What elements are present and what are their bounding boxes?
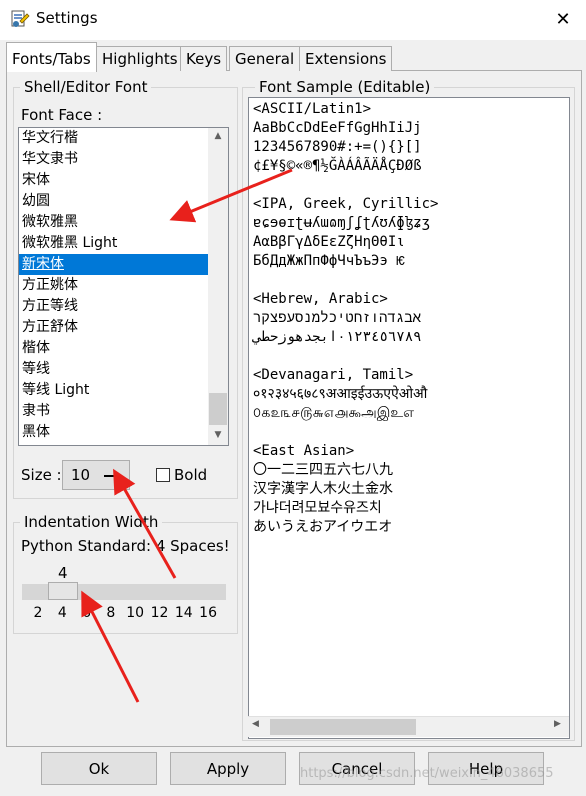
close-icon: ✕ bbox=[555, 9, 571, 30]
font-list-item[interactable]: 华文行楷 bbox=[19, 128, 208, 149]
font-sample-textbox[interactable]: <ASCII/Latin1> AaBbCcDdEeFfGgHhIiJj 123456… bbox=[248, 97, 570, 739]
font-list-item[interactable]: 宋体 bbox=[19, 170, 208, 191]
sample-line: ΑαΒβΓγΔδΕεΖζΗηΘθΙι bbox=[253, 234, 405, 250]
sample-line bbox=[253, 176, 438, 195]
sample-line: <IPA, Greek, Cyrillic> bbox=[253, 196, 439, 212]
sample-line: ¢£¥§©«®¶½ĞÀÁÂÃÄÅÇÐØß bbox=[253, 158, 422, 174]
sample-line: 가냐더려모뵤수유즈치 bbox=[253, 500, 382, 516]
sample-horizontal-scrollbar[interactable]: ◀ ▶ bbox=[248, 716, 569, 737]
tab-keys[interactable]: Keys bbox=[180, 46, 228, 71]
font-list-item[interactable]: 方正姚体 bbox=[19, 275, 208, 296]
font-list-item[interactable]: 方正等线 bbox=[19, 296, 208, 317]
font-list-item[interactable]: 幼圆 bbox=[19, 191, 208, 212]
sample-line: <ASCII/Latin1> bbox=[253, 101, 372, 117]
bold-checkbox[interactable] bbox=[156, 468, 170, 482]
close-button[interactable]: ✕ bbox=[548, 6, 578, 34]
sample-line bbox=[253, 423, 438, 442]
indent-tick-label: 4 bbox=[57, 605, 67, 621]
font-list-item[interactable]: 微软雅黑 Light bbox=[19, 233, 208, 254]
sample-line: 〇一二三四五六七八九 bbox=[253, 462, 393, 478]
sample-line bbox=[253, 271, 438, 290]
indent-tick-label: 12 bbox=[150, 605, 169, 621]
scroll-left-arrow-icon[interactable]: ◀ bbox=[252, 719, 259, 729]
font-list-scrollbar[interactable]: ▲ ▼ bbox=[208, 127, 229, 446]
sample-line bbox=[253, 347, 438, 366]
font-list-item[interactable]: 等线 Light bbox=[19, 380, 208, 401]
indent-slider-thumb[interactable] bbox=[48, 582, 78, 600]
size-dropdown[interactable]: 10 bbox=[62, 460, 130, 490]
bold-label: Bold bbox=[174, 466, 208, 484]
sample-line: ɐɕɘɵɪʈʉʎɯɷɱʃʆʈʎʊʎɸɮʑʒ bbox=[253, 215, 431, 231]
sample-line: <Hebrew, Arabic> bbox=[253, 291, 388, 307]
size-label: Size : bbox=[21, 466, 62, 484]
font-sample-group-label: Font Sample (Editable) bbox=[255, 78, 435, 96]
font-list-item[interactable]: 微软雅黑 bbox=[19, 212, 208, 233]
font-face-label: Font Face : bbox=[21, 106, 103, 124]
font-list-item[interactable]: 方正舒体 bbox=[19, 317, 208, 338]
ok-button[interactable]: Ok bbox=[41, 752, 157, 785]
font-sample-text[interactable]: <ASCII/Latin1> AaBbCcDdEeFfGgHhIiJj 123456… bbox=[253, 100, 438, 537]
indent-tick-label: 16 bbox=[199, 605, 217, 621]
indent-tick-label: 2 bbox=[33, 605, 43, 621]
font-list-item[interactable]: 等线 bbox=[19, 359, 208, 380]
sample-line: ௦௧௨௩௪௫௬௭௮௯அஇஉஎ bbox=[253, 405, 414, 421]
font-list-item[interactable]: 隶书 bbox=[19, 401, 208, 422]
apply-button[interactable]: Apply bbox=[170, 752, 286, 785]
font-list-item[interactable]: 黑体 bbox=[19, 422, 208, 443]
sample-line: AaBbCcDdEeFfGgHhIiJj bbox=[253, 120, 422, 136]
scroll-thumb[interactable] bbox=[209, 393, 227, 425]
size-value: 10 bbox=[71, 466, 91, 484]
window-title: Settings bbox=[36, 9, 98, 27]
font-list-item[interactable]: 楷体 bbox=[19, 338, 208, 359]
app-icon bbox=[11, 10, 30, 27]
tab-fonts-tabs[interactable]: Fonts/Tabs bbox=[6, 42, 97, 72]
font-list-item[interactable]: 新宋体 bbox=[19, 254, 208, 275]
shell-font-group-label: Shell/Editor Font bbox=[20, 78, 152, 96]
tab-general[interactable]: General bbox=[229, 46, 301, 71]
scroll-up-arrow-icon[interactable]: ▲ bbox=[208, 128, 228, 145]
tab-extensions[interactable]: Extensions bbox=[299, 46, 393, 71]
indent-current-value: 4 bbox=[58, 564, 68, 582]
scroll-right-arrow-icon[interactable]: ▶ bbox=[554, 719, 561, 729]
indent-tick-label: 10 bbox=[126, 605, 145, 621]
indentation-group-label: Indentation Width bbox=[20, 513, 163, 531]
python-standard-note: Python Standard: 4 Spaces! bbox=[21, 537, 230, 555]
font-list-item[interactable]: 华文隶书 bbox=[19, 149, 208, 170]
dropdown-indicator-icon bbox=[104, 475, 118, 477]
sample-line: 汉字漢字人木火土金水 bbox=[253, 481, 393, 497]
sample-line: БбДдЖжПпФфЧчЪъЭэ Ѥ bbox=[253, 253, 405, 269]
horizontal-scroll-thumb[interactable] bbox=[270, 719, 416, 735]
scroll-down-arrow-icon[interactable]: ▼ bbox=[208, 427, 228, 444]
sample-line: 1234567890#:+=(){}[] bbox=[253, 139, 422, 155]
tab-highlights[interactable]: Highlights bbox=[96, 46, 184, 71]
font-face-list[interactable]: 华文行楷 华文隶书 宋体 幼圆 微软雅黑 微软雅黑 Light 新宋体 方正姚体 方正等线 方正舒… bbox=[18, 127, 209, 446]
sample-line: <East Asian> bbox=[253, 443, 355, 459]
indent-tick-label: 14 bbox=[174, 605, 193, 621]
sample-line: אבגדהוזחטיכלמנסעפצקר bbox=[253, 310, 422, 326]
sample-line: ०१२३४५६७८९अआइईउऊएऐओऔ bbox=[253, 386, 428, 402]
sample-line: <Devanagari, Tamil> bbox=[253, 367, 414, 383]
sample-line: あいうえおアイウエオ bbox=[253, 519, 393, 535]
watermark: https://blog.csdn.net/weixin_46038655 bbox=[300, 766, 554, 781]
sample-line: ٠١٢٣٤٥٦٧٨٩ابجدهوزحطي bbox=[253, 329, 422, 345]
indent-tick-label: 6 bbox=[82, 605, 92, 621]
indent-tick-label: 8 bbox=[106, 605, 116, 621]
